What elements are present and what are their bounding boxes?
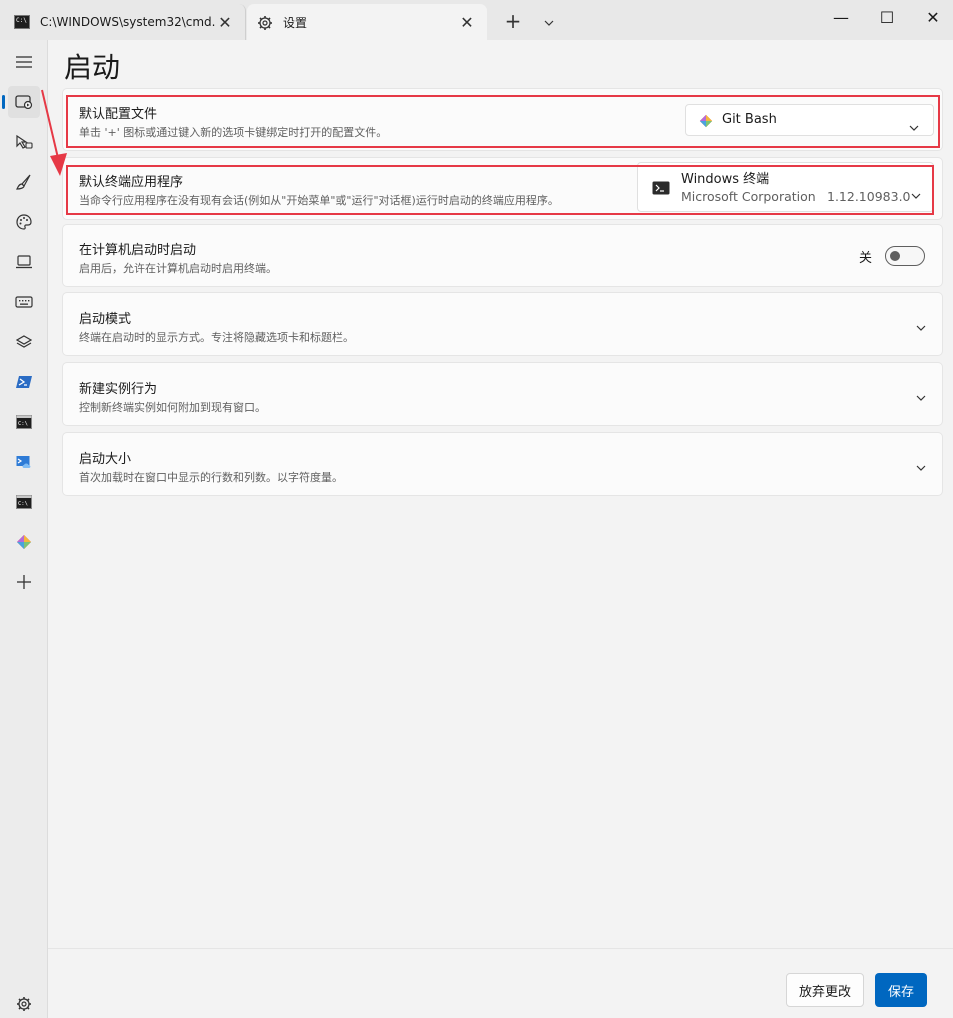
powershell-profile-icon bbox=[16, 376, 32, 388]
nav-startup[interactable] bbox=[2, 86, 40, 118]
actions-keyboard-icon bbox=[15, 296, 33, 308]
launch-on-startup-setting: 在计算机启动时启动 启用后，允许在计算机启动时启用终端。 关 bbox=[62, 224, 943, 287]
nav-appearance[interactable] bbox=[8, 166, 40, 198]
rendering-monitor-icon bbox=[16, 255, 32, 269]
title-bar: C:\WINDOWS\system32\cmd.e ✕ 设置 ✕ + — ☐ ✕ bbox=[0, 0, 953, 40]
nav-profile-cmd[interactable]: C:\ bbox=[8, 406, 40, 438]
tab-label: C:\WINDOWS\system32\cmd.e bbox=[40, 15, 215, 29]
svg-text:C:\: C:\ bbox=[18, 421, 28, 427]
annotation-arrow-icon bbox=[41, 89, 67, 176]
tab-dropdown-button[interactable] bbox=[536, 8, 562, 34]
nav-color-schemes[interactable] bbox=[8, 206, 40, 238]
maximize-button[interactable]: ☐ bbox=[864, 0, 910, 38]
selection-indicator bbox=[2, 95, 5, 109]
chevron-down-icon bbox=[544, 20, 554, 26]
nav-rendering[interactable] bbox=[8, 246, 40, 278]
startup-icon bbox=[15, 95, 33, 109]
chevron-down-icon bbox=[916, 321, 926, 334]
tab-cmd[interactable]: C:\WINDOWS\system32\cmd.e ✕ bbox=[4, 4, 246, 40]
page-title: 启动 bbox=[64, 51, 121, 84]
settings-gear-icon[interactable] bbox=[8, 988, 40, 1018]
hamburger-menu-icon[interactable] bbox=[8, 46, 40, 78]
setting-title: 启动模式 bbox=[79, 312, 132, 327]
cmd-profile-icon: C:\ bbox=[16, 495, 32, 509]
azure-cloud-shell-profile-icon bbox=[16, 456, 31, 468]
launch-on-startup-toggle[interactable] bbox=[885, 246, 925, 266]
defaults-layers-icon bbox=[16, 335, 32, 348]
nav-actions[interactable] bbox=[8, 286, 40, 318]
minimize-button[interactable]: — bbox=[818, 0, 864, 38]
nav-defaults[interactable] bbox=[8, 326, 40, 358]
tab-settings[interactable]: 设置 ✕ bbox=[247, 4, 487, 40]
save-button[interactable]: 保存 bbox=[875, 973, 927, 1007]
close-tab-icon[interactable]: ✕ bbox=[215, 13, 235, 32]
tab-label: 设置 bbox=[283, 15, 308, 30]
footer-bar: 放弃更改 保存 bbox=[48, 948, 953, 1018]
toggle-state-label: 关 bbox=[859, 251, 873, 266]
setting-description: 控制新终端实例如何附加到现有窗口。 bbox=[79, 401, 266, 414]
setting-title: 新建实例行为 bbox=[79, 382, 158, 397]
cmd-profile-icon: C:\ bbox=[16, 415, 32, 429]
cmd-icon bbox=[14, 15, 30, 29]
close-tab-icon[interactable]: ✕ bbox=[457, 13, 477, 32]
color-scheme-palette-icon bbox=[16, 214, 32, 230]
setting-description: 首次加载时在窗口中显示的行数和列数。以字符度量。 bbox=[79, 471, 343, 484]
setting-title: 在计算机启动时启动 bbox=[79, 243, 197, 258]
new-instance-setting[interactable]: 新建实例行为 控制新终端实例如何附加到现有窗口。 bbox=[62, 362, 943, 426]
toggle-knob bbox=[890, 251, 900, 261]
appearance-brush-icon bbox=[16, 174, 31, 190]
nav-profile-azure[interactable] bbox=[8, 446, 40, 478]
nav-profile-cmd-2[interactable]: C:\ bbox=[8, 486, 40, 518]
git-bash-profile-icon bbox=[17, 535, 31, 549]
add-profile-icon[interactable] bbox=[8, 566, 40, 598]
chevron-down-icon bbox=[916, 461, 926, 474]
navigation-sidebar: C:\ C:\ bbox=[0, 40, 48, 1018]
highlight-box-default-profile bbox=[66, 95, 940, 148]
gear-icon bbox=[257, 15, 273, 30]
discard-changes-button[interactable]: 放弃更改 bbox=[786, 973, 864, 1007]
nav-profile-git-bash[interactable] bbox=[8, 526, 40, 558]
nav-profile-powershell[interactable] bbox=[8, 366, 40, 398]
launch-size-setting[interactable]: 启动大小 首次加载时在窗口中显示的行数和列数。以字符度量。 bbox=[62, 432, 943, 496]
new-tab-button[interactable]: + bbox=[500, 8, 526, 34]
nav-interaction[interactable] bbox=[8, 126, 40, 158]
setting-title: 启动大小 bbox=[79, 452, 132, 467]
setting-description: 终端在启动时的显示方式。专注将隐藏选项卡和标题栏。 bbox=[79, 331, 354, 344]
interaction-icon bbox=[16, 134, 33, 149]
highlight-box-default-terminal bbox=[66, 165, 934, 215]
chevron-down-icon bbox=[916, 391, 926, 404]
setting-description: 启用后，允许在计算机启动时启用终端。 bbox=[79, 262, 277, 275]
close-window-button[interactable]: ✕ bbox=[910, 0, 953, 38]
launch-mode-setting[interactable]: 启动模式 终端在启动时的显示方式。专注将隐藏选项卡和标题栏。 bbox=[62, 292, 943, 356]
svg-text:C:\: C:\ bbox=[18, 501, 28, 507]
